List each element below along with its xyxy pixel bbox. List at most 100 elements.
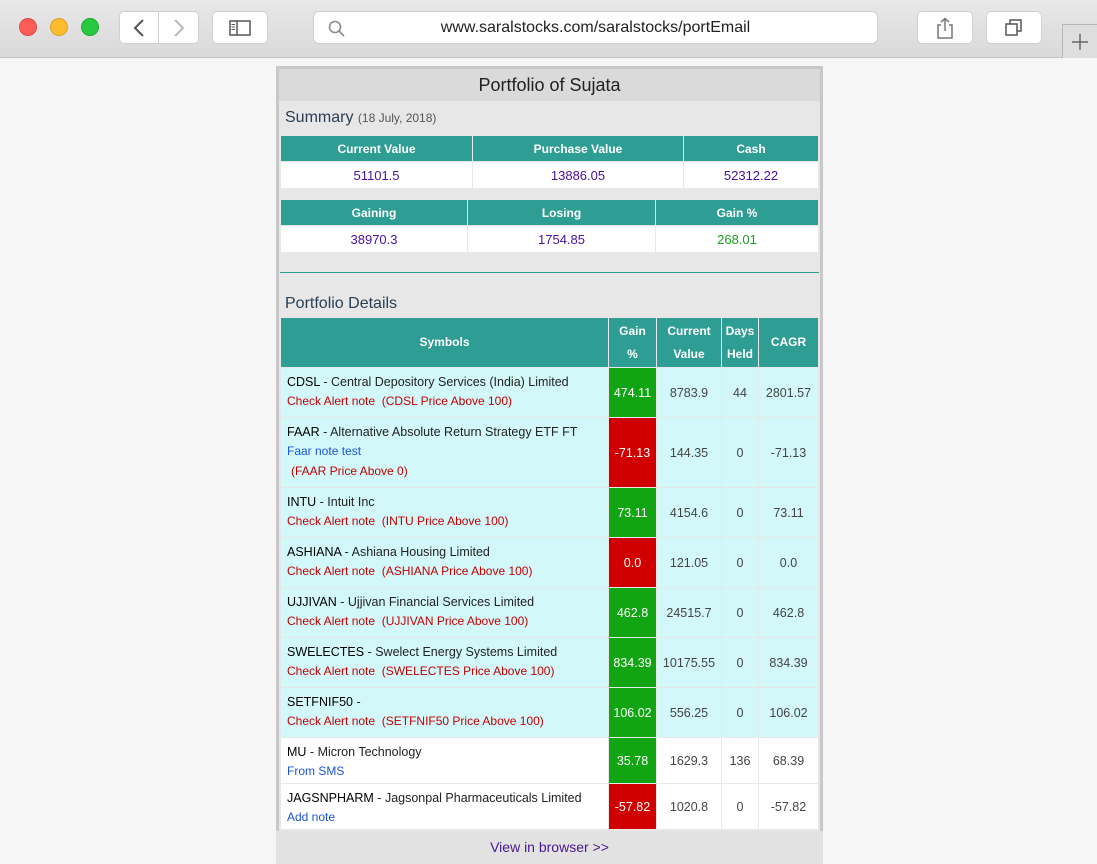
section-divider (280, 272, 819, 273)
note-link[interactable]: Faar note test (287, 441, 602, 461)
current-value-cell: 121.05 (656, 537, 722, 588)
cagr-cell: 834.39 (758, 637, 819, 688)
close-window-button[interactable] (19, 18, 37, 36)
current-value-cell: 4154.6 (656, 487, 722, 538)
page-content: Portfolio of Sujata Summary (18 July, 20… (0, 59, 1097, 864)
sidebar-icon (229, 19, 251, 36)
company-name: Swelect Energy Systems Limited (375, 645, 558, 659)
add-note-link[interactable]: Add note (287, 807, 602, 827)
symbol-code: CDSL (287, 375, 320, 389)
header-current-value: Current Value (280, 135, 473, 162)
view-in-browser-link[interactable]: View in browser >> (276, 831, 823, 864)
header-current-line2: Value (673, 346, 705, 361)
forward-button[interactable] (159, 11, 199, 44)
tabs-icon (1005, 18, 1022, 36)
losing-value: 1754.85 (467, 225, 656, 253)
gain-cell: 0.0 (608, 537, 657, 588)
symbol-cell: FAAR - Alternative Absolute Return Strat… (280, 417, 609, 488)
header-losing: Losing (467, 199, 656, 226)
share-button[interactable] (917, 11, 973, 44)
check-alert-note-link[interactable]: Check Alert note (287, 564, 375, 578)
cagr-cell: 106.02 (758, 687, 819, 738)
check-alert-note-link[interactable]: Check Alert note (287, 714, 375, 728)
check-alert-note-link[interactable]: Check Alert note (287, 394, 375, 408)
current-value-cell: 24515.7 (656, 587, 722, 638)
table-row: CDSL - Central Depository Services (Indi… (280, 367, 819, 418)
new-tab-button[interactable] (1062, 24, 1097, 58)
table-row: FAAR - Alternative Absolute Return Strat… (280, 417, 819, 488)
address-bar[interactable]: www.saralstocks.com/saralstocks/portEmai… (313, 11, 878, 44)
current-value-cell: 10175.55 (656, 637, 722, 688)
gain-cell: 35.78 (608, 737, 657, 784)
alert-text: (ASHIANA Price Above 100) (381, 564, 533, 578)
minimize-window-button[interactable] (50, 18, 68, 36)
sidebar-toggle-button[interactable] (212, 11, 268, 44)
header-gain: Gain % (608, 317, 657, 368)
chevron-right-icon (173, 18, 184, 37)
alert-text: (CDSL Price Above 100) (381, 394, 513, 408)
company-name: Ujjivan Financial Services Limited (347, 595, 535, 609)
purchase-value: 13886.05 (472, 161, 684, 189)
header-gain-line1: Gain (619, 323, 646, 338)
gain-cell: 474.11 (608, 367, 657, 418)
header-cagr: CAGR (758, 317, 819, 368)
cagr-cell: 2801.57 (758, 367, 819, 418)
cagr-cell: -71.13 (758, 417, 819, 488)
current-value-cell: 1020.8 (656, 783, 722, 830)
alert-text: (SETFNIF50 Price Above 100) (381, 714, 544, 728)
header-purchase-value: Purchase Value (472, 135, 684, 162)
symbol-cell: SWELECTES - Swelect Energy Systems Limit… (280, 637, 609, 688)
browser-toolbar: www.saralstocks.com/saralstocks/portEmai… (0, 0, 1097, 58)
gain-cell: 73.11 (608, 487, 657, 538)
cagr-cell: 73.11 (758, 487, 819, 538)
symbol-cell: UJJIVAN - Ujjivan Financial Services Lim… (280, 587, 609, 638)
symbol-code: JAGSNPHARM (287, 791, 374, 805)
header-cash: Cash (683, 135, 819, 162)
table-row: ASHIANA - Ashiana Housing Limited Check … (280, 537, 819, 588)
days-held-cell: 44 (721, 367, 759, 418)
zoom-window-button[interactable] (81, 18, 99, 36)
note-link[interactable]: From SMS (287, 761, 602, 781)
symbol-code: SWELECTES (287, 645, 365, 659)
check-alert-note-link[interactable]: Check Alert note (287, 664, 375, 678)
days-held-cell: 0 (721, 687, 759, 738)
check-alert-note-link[interactable]: Check Alert note (287, 614, 375, 628)
symbol-cell: SETFNIF50 - Check Alert note (SETFNIF50 … (280, 687, 609, 738)
current-value-cell: 556.25 (656, 687, 722, 738)
header-symbols: Symbols (280, 317, 609, 368)
cagr-cell: 68.39 (758, 737, 819, 784)
summary-label: Summary (285, 109, 354, 126)
summary-table-gains: Gaining Losing Gain % 38970.3 1754.85 26… (280, 199, 819, 253)
cagr-cell: 0.0 (758, 537, 819, 588)
current-value-cell: 144.35 (656, 417, 722, 488)
table-row: SETFNIF50 - Check Alert note (SETFNIF50 … (280, 687, 819, 738)
header-current-line1: Current (667, 323, 711, 338)
back-button[interactable] (119, 11, 159, 44)
current-value-cell: 1629.3 (656, 737, 722, 784)
days-held-cell: 136 (721, 737, 759, 784)
symbol-code: FAAR (287, 425, 320, 439)
symbol-cell: CDSL - Central Depository Services (Indi… (280, 367, 609, 418)
company-name: Alternative Absolute Return Strategy ETF… (330, 425, 578, 439)
symbol-code: UJJIVAN (287, 595, 337, 609)
nav-buttons (119, 11, 200, 44)
tabs-overview-button[interactable] (986, 11, 1042, 44)
symbol-code: INTU (287, 495, 317, 509)
gain-cell: 106.02 (608, 687, 657, 738)
cagr-cell: 462.8 (758, 587, 819, 638)
symbol-cell: MU - Micron Technology From SMS (280, 737, 609, 784)
summary-heading: Summary (18 July, 2018) (279, 109, 820, 135)
company-name: Jagsonpal Pharmaceuticals Limited (384, 791, 582, 805)
company-name: Micron Technology (317, 745, 422, 759)
gain-cell: -57.82 (608, 783, 657, 830)
symbol-cell: INTU - Intuit Inc Check Alert note (INTU… (280, 487, 609, 538)
symbol-code: MU (287, 745, 307, 759)
gaining-value: 38970.3 (280, 225, 468, 253)
table-row: JAGSNPHARM - Jagsonpal Pharmaceuticals L… (280, 783, 819, 830)
gain-percent-value: 268.01 (655, 225, 819, 253)
company-name: Intuit Inc (327, 495, 375, 509)
header-gain-line2: % (627, 346, 638, 361)
cash-value: 52312.22 (683, 161, 819, 189)
check-alert-note-link[interactable]: Check Alert note (287, 514, 375, 528)
days-held-cell: 0 (721, 487, 759, 538)
